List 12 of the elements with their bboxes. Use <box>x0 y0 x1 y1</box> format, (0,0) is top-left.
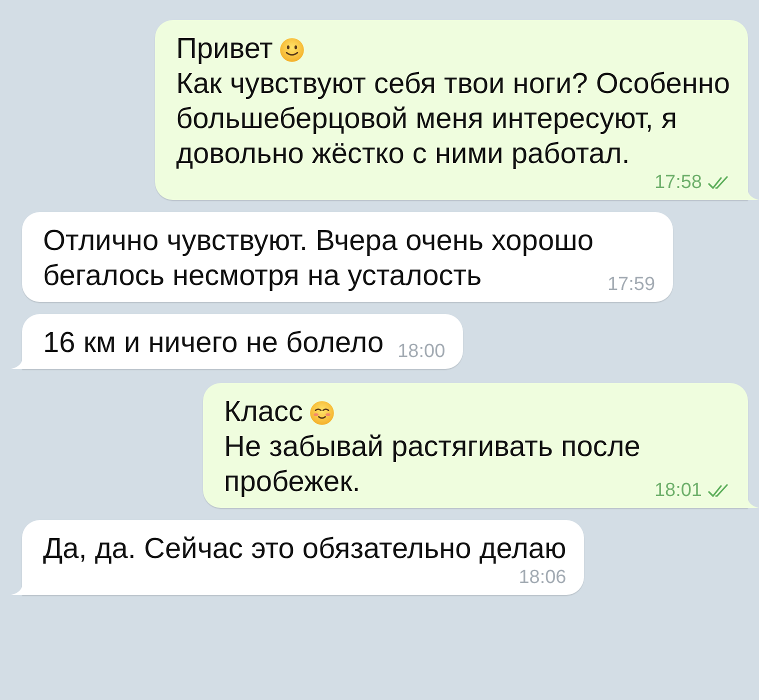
message-time: 17:59 <box>607 274 656 296</box>
message-text: Да, да. Сейчас это обязательно делаю <box>43 532 566 567</box>
message-text: Как чувствуют себя твои ноги? Особенно большеберцовой меня интересуют, я довольно жёстко с ними работал. <box>176 67 730 172</box>
message-time: 18:01 <box>654 480 702 502</box>
message-time: 18:06 <box>518 567 566 589</box>
message-text: Класс <box>224 395 303 430</box>
message-text: Отлично чувствуют. Вчера очень хорошо бегалось несмотря на усталость <box>43 224 594 294</box>
message-time: 17:58 <box>654 172 702 194</box>
message-text: 16 км и ничего не болело <box>43 326 384 361</box>
message-time: 18:00 <box>398 341 446 363</box>
message-text: Не забывай растягивать после пробежек. <box>224 430 640 500</box>
message-text: Привет <box>176 32 273 67</box>
